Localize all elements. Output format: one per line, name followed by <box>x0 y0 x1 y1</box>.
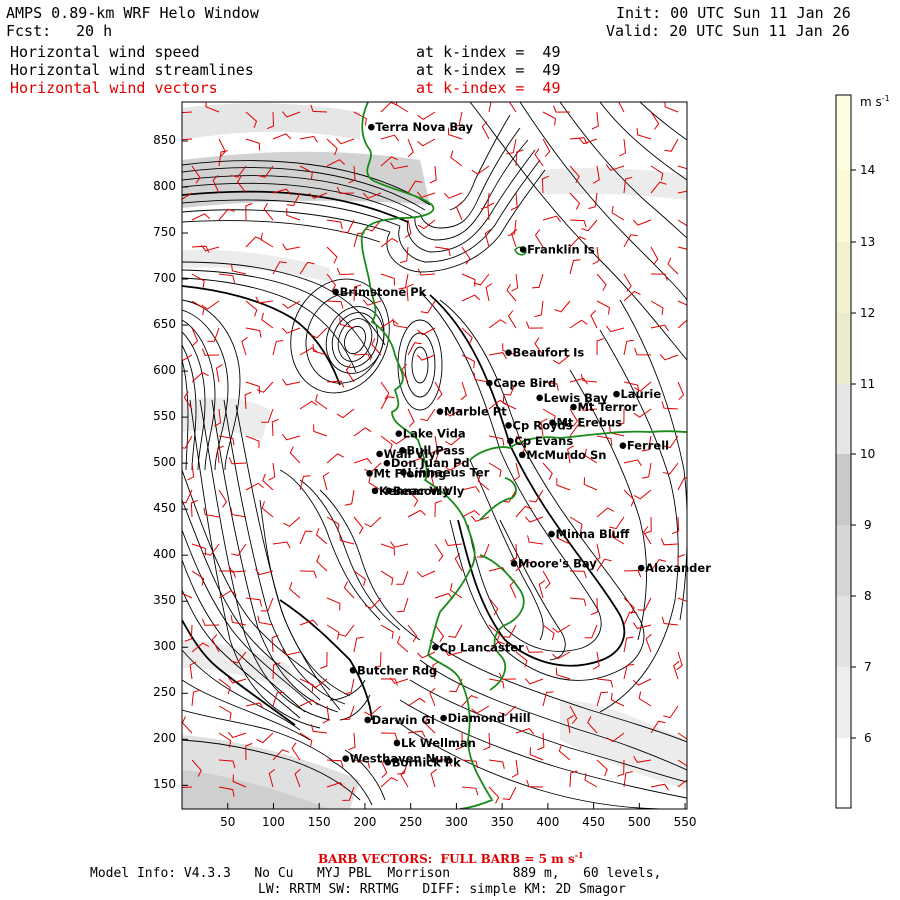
place-marker <box>393 739 401 747</box>
place-marker <box>548 530 555 538</box>
y-tick-label: 700 <box>153 271 176 286</box>
y-tick-label: 650 <box>153 317 176 332</box>
place-marker <box>376 450 383 458</box>
place-marker <box>371 487 379 495</box>
place-marker <box>440 714 447 722</box>
place-marker <box>368 123 375 131</box>
x-tick-label: 150 <box>307 815 331 829</box>
place-marker <box>400 469 407 476</box>
colorbar-tick: 13 <box>860 235 876 249</box>
x-tick-label: 350 <box>490 815 514 829</box>
place-label: Beaufort Is <box>513 346 585 360</box>
place-label: McMurdo Sn <box>526 448 606 462</box>
place-marker <box>366 469 373 477</box>
place-marker <box>342 755 350 762</box>
place-marker <box>507 437 514 445</box>
place-label: Linnaeus Ter <box>407 465 489 479</box>
y-tick-label: 500 <box>153 455 176 470</box>
place-label: Alexander <box>645 561 711 575</box>
y-tick-label: 750 <box>153 225 176 240</box>
x-tick-label: 100 <box>262 815 285 829</box>
barb-legend: BARB VECTORS: FULL BARB = 5 m s-1 <box>318 850 584 866</box>
place-label: Darwin Gl <box>372 713 435 727</box>
y-tick-label: 400 <box>153 547 176 562</box>
place-marker <box>384 759 392 766</box>
y-tick-label: 300 <box>153 639 176 654</box>
x-tick-label: 250 <box>399 815 423 829</box>
x-tick-label: 300 <box>444 815 468 829</box>
place-marker <box>519 246 527 253</box>
x-tick-label: 450 <box>582 815 606 829</box>
model-info-line-1: Model Info: V4.3.3 No Cu MYJ PBL Morriso… <box>90 866 662 881</box>
place-marker <box>399 446 406 454</box>
place-marker <box>613 390 620 398</box>
y-tick-label: 150 <box>153 777 176 792</box>
y-tick-label: 800 <box>153 179 176 193</box>
place-marker <box>637 564 645 572</box>
place-label: Ferrell <box>627 439 669 453</box>
place-marker <box>432 643 439 651</box>
y-tick-label: 350 <box>153 593 176 608</box>
place-label: Cp Lancaster <box>439 640 524 654</box>
place-marker <box>364 716 371 724</box>
place-marker <box>332 288 339 296</box>
place-marker <box>505 349 512 356</box>
place-marker <box>486 379 493 387</box>
y-tick-label: 200 <box>153 731 176 746</box>
place-marker <box>510 560 518 567</box>
place-marker <box>536 394 543 402</box>
place-label: Mt Terror <box>577 400 637 414</box>
x-tick-label: 50 <box>220 815 236 829</box>
place-marker <box>436 408 444 415</box>
place-marker <box>505 422 512 429</box>
x-tick-label: 550 <box>673 815 697 829</box>
place-label: Cp Evans <box>514 434 573 448</box>
place-marker <box>349 666 357 674</box>
colorbar-tick: 6 <box>864 731 872 745</box>
place-marker <box>549 419 556 426</box>
place-label: Lake Vida <box>403 427 466 441</box>
place-marker <box>518 451 526 459</box>
place-label: Lk Wellman <box>401 736 476 750</box>
place-label: Minna Bluff <box>556 527 630 541</box>
y-tick-label: 250 <box>153 685 176 700</box>
place-marker <box>385 487 393 495</box>
place-label: Diamond Hill <box>448 711 531 725</box>
colorbar-tick: 10 <box>860 447 876 461</box>
place-label: Mt Erebus <box>556 416 622 430</box>
y-tick-label: 550 <box>153 409 176 424</box>
place-label: Marble Pt <box>444 405 507 419</box>
place-label: Terra Nova Bay <box>375 120 473 134</box>
place-marker <box>395 430 403 437</box>
place-marker <box>619 442 627 449</box>
place-label: Bornick Pk <box>392 755 461 769</box>
y-tick-label: 850 <box>153 132 176 147</box>
model-info-line-2: LW: RRTM SW: RRTMG DIFF: simple KM: 2D S… <box>258 882 626 897</box>
colorbar-tick: 11 <box>860 377 876 391</box>
y-tick-label: 600 <box>153 363 176 378</box>
colorbar-tick: 9 <box>864 518 872 532</box>
place-label: Cape Bird <box>493 376 556 390</box>
colorbar-tick: 8 <box>864 589 872 603</box>
place-label: Moore's Bay <box>518 556 597 570</box>
x-tick-label: 200 <box>353 815 377 829</box>
colorbar-tick: 7 <box>864 660 872 674</box>
place-label: Beacon Vly <box>393 484 465 498</box>
place-marker <box>570 403 577 411</box>
colorbar-units: m s-1 <box>860 94 890 109</box>
x-tick-label: 500 <box>627 815 651 829</box>
place-label: Butcher Rdg <box>357 663 437 677</box>
place-label: Brimstone Pk <box>340 285 427 299</box>
colorbar-tick: 14 <box>860 163 876 177</box>
place-label: Franklin Is <box>527 243 595 257</box>
x-tick-label: 400 <box>536 815 560 829</box>
wind-map: Terra Nova Bay Franklin Is Brimstone Pk Bea… <box>181 101 711 810</box>
colorbar-tick: 12 <box>860 306 876 320</box>
y-tick-label: 450 <box>153 501 176 516</box>
